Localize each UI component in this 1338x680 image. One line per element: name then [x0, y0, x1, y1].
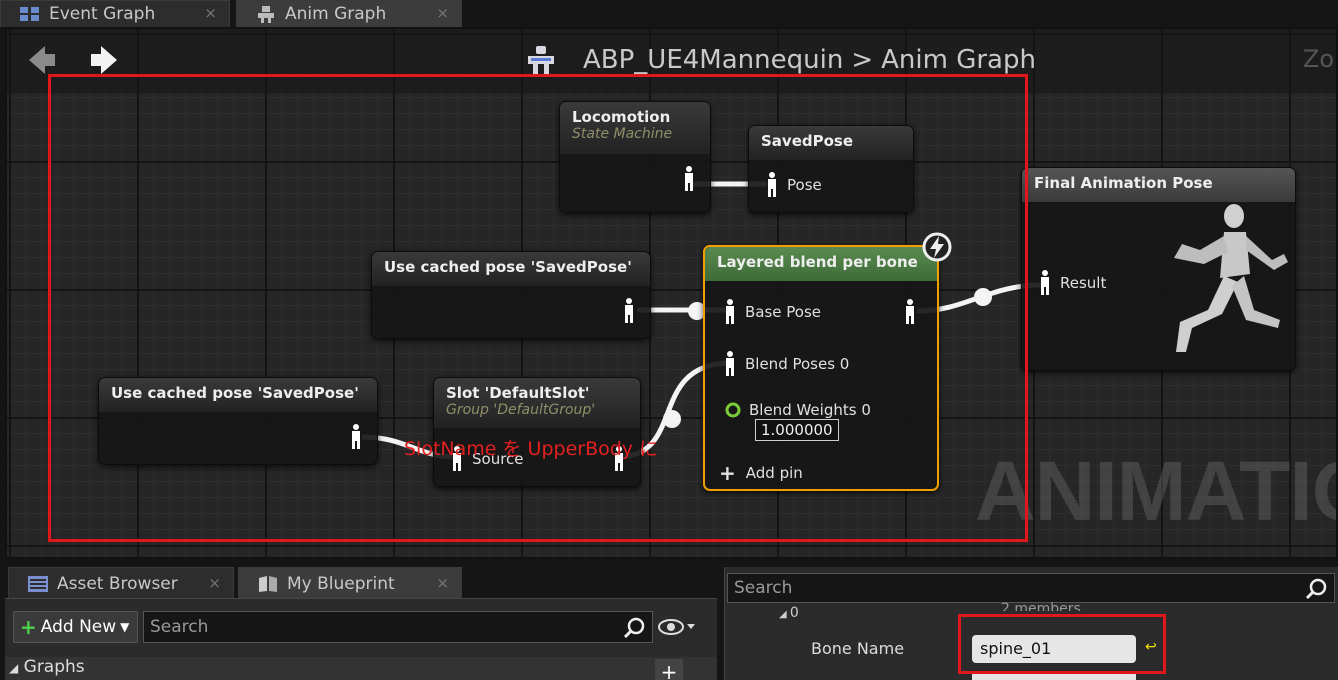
chevron-down-icon: ▼: [120, 620, 130, 634]
annotation-text: SlotName を UpperBody に: [404, 438, 659, 460]
tab-event-graph[interactable]: Event Graph ×: [0, 0, 230, 27]
anim-graph-icon: [258, 6, 274, 23]
plus-icon: +: [20, 615, 37, 639]
asset-browser-icon: [28, 575, 48, 592]
event-graph-icon: [20, 7, 39, 21]
view-options-eye-icon[interactable]: [657, 615, 697, 639]
collapse-arrow-icon: ◢: [779, 609, 790, 620]
tab-label: Asset Browser: [57, 573, 178, 594]
close-icon[interactable]: ×: [204, 4, 217, 22]
members-count: 2 members: [1001, 601, 1081, 611]
array-index: 0: [789, 605, 799, 621]
add-new-label: Add New: [40, 617, 117, 637]
tab-label: My Blueprint: [287, 573, 395, 594]
tab-anim-graph[interactable]: Anim Graph ×: [236, 0, 462, 27]
tab-asset-browser[interactable]: Asset Browser ×: [8, 567, 234, 599]
ue4-anim-graph-editor: Event Graph × Anim Graph × ANIMATIO ABP_…: [0, 0, 1338, 680]
add-new-button[interactable]: + Add New ▼: [13, 611, 138, 643]
graphs-category[interactable]: ◢ Graphs +: [5, 657, 717, 680]
expand-arrow-icon: ◢: [9, 661, 19, 675]
book-icon: [259, 575, 277, 592]
highlight-box-graph: [48, 74, 1028, 542]
tab-label: Event Graph: [49, 4, 156, 24]
node-title: Final Animation Pose: [1022, 168, 1295, 202]
document-tabs: Event Graph × Anim Graph ×: [0, 0, 1338, 27]
highlight-box-bone-name: [958, 614, 1166, 674]
search-icon: [623, 617, 645, 639]
tab-label: Anim Graph: [285, 4, 387, 24]
running-mannequin-icon: [1174, 204, 1288, 352]
node-final-animation-pose[interactable]: Final Animation Pose Result: [1021, 167, 1296, 371]
search-placeholder: Search: [734, 578, 793, 598]
graphs-label: Graphs: [23, 657, 85, 677]
close-icon[interactable]: ×: [436, 4, 449, 22]
pin-result[interactable]: Result: [1038, 270, 1106, 296]
close-icon[interactable]: ×: [208, 574, 221, 592]
tab-my-blueprint[interactable]: My Blueprint ×: [238, 567, 462, 599]
details-search-input[interactable]: Search: [727, 573, 1335, 603]
array-index-row[interactable]: ◢ 0: [779, 605, 799, 621]
pin-label: Result: [1060, 274, 1107, 292]
blueprint-search-input[interactable]: Search: [143, 611, 653, 643]
add-graph-button[interactable]: +: [655, 659, 683, 680]
pose-pin-icon: [1041, 270, 1049, 295]
close-icon[interactable]: ×: [436, 574, 449, 592]
my-blueprint-panel: + Add New ▼ Search ◢ Graphs +: [5, 598, 717, 680]
search-placeholder: Search: [150, 617, 209, 637]
bone-name-label: Bone Name: [811, 639, 905, 658]
search-icon: [1305, 578, 1327, 600]
